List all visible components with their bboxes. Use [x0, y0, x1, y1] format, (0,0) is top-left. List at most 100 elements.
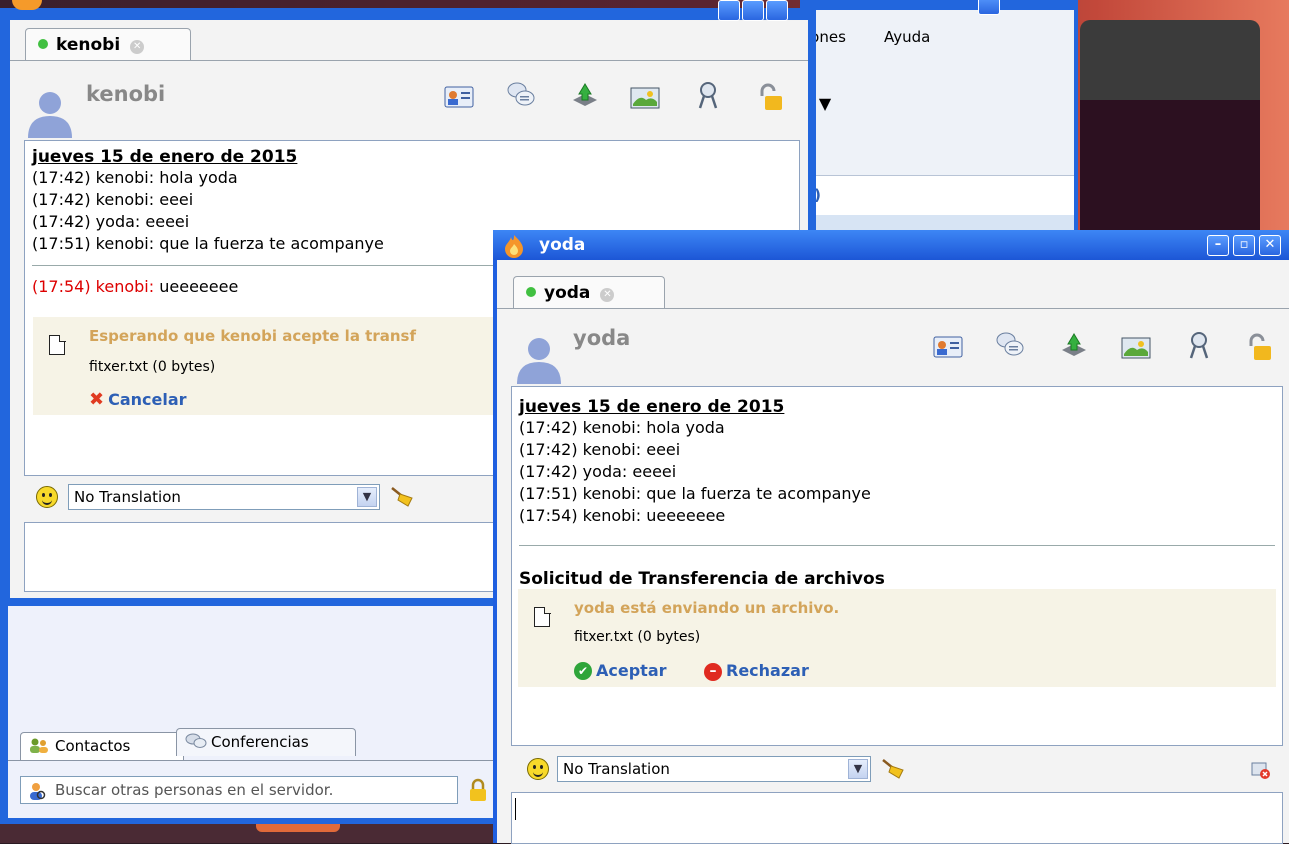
translation-select[interactable]: No Translation ▼: [68, 484, 380, 510]
screenshot-icon[interactable]: [694, 80, 722, 109]
file-icon: [534, 606, 551, 627]
close-tab-icon[interactable]: ✕: [600, 288, 615, 302]
close-tab-icon[interactable]: ✕: [130, 40, 145, 54]
conference-icon: [185, 733, 207, 749]
kenobi-close-button[interactable]: [766, 0, 788, 21]
check-icon: ✔: [574, 662, 592, 680]
yoda-chat-transcript: jueves 15 de enero de 2015 (17:42) kenob…: [511, 386, 1283, 746]
tab-contactos[interactable]: Contactos: [20, 732, 184, 760]
chat-bubbles-icon[interactable]: [995, 330, 1024, 358]
desktop-window-edge: [1080, 20, 1260, 100]
accept-button[interactable]: ✔ Aceptar: [574, 661, 667, 680]
send-file-icon[interactable]: [1059, 330, 1087, 358]
accept-label: Aceptar: [596, 661, 667, 680]
emoticon-icon[interactable]: [527, 758, 549, 780]
transfer-file-name: fitxer.txt (0 bytes): [574, 629, 701, 645]
chat-message: (17:42) kenobi: hola yoda: [519, 418, 725, 437]
lock-icon[interactable]: [754, 82, 782, 110]
translation-value: No Translation: [74, 488, 181, 506]
online-status-icon: [38, 39, 48, 49]
translation-select[interactable]: No Translation ▼: [557, 756, 871, 782]
main-minimize-button[interactable]: [978, 0, 1000, 15]
menu-item-ayuda[interactable]: Ayuda: [884, 28, 930, 46]
clear-history-icon[interactable]: [881, 758, 905, 780]
chat-message: (17:54) kenobi: ueeeeeee: [519, 506, 726, 525]
reject-label: Rechazar: [726, 661, 809, 680]
yoda-chat-window: yoda – ▫ ✕ yoda ✕ yoda jueves 15 de ener…: [493, 230, 1289, 844]
kenobi-maximize-button[interactable]: [742, 0, 764, 21]
chat-bubbles-icon[interactable]: [506, 80, 535, 108]
transfer-status: Esperando que kenobi acepte la transf: [89, 327, 416, 345]
transfer-heading: Solicitud de Transferencia de archivos: [519, 569, 885, 589]
tab-contactos-label: Contactos: [55, 737, 131, 755]
reject-icon: –: [704, 663, 722, 681]
desktop-panel: [0, 822, 500, 843]
reject-button[interactable]: – Rechazar: [704, 661, 809, 681]
search-placeholder: Buscar otras personas en el servidor.: [55, 781, 334, 799]
contact-card-icon[interactable]: [444, 84, 474, 112]
chat-message: (17:42) kenobi: eeei: [32, 190, 194, 209]
cancel-button[interactable]: ✖ Cancelar: [89, 389, 187, 410]
contacts-panel-window: Contactos Conferencias Buscar otras pers…: [0, 598, 500, 824]
lock-icon[interactable]: [468, 778, 488, 802]
avatar: [24, 86, 76, 138]
online-status-icon: [526, 287, 536, 297]
lock-icon[interactable]: [1243, 332, 1271, 360]
contact-card-icon[interactable]: [933, 334, 963, 362]
kenobi-minimize-button[interactable]: [718, 0, 740, 21]
cancel-x-icon: ✖: [89, 389, 105, 410]
main-window-body: iones Ayuda - ▼ a): [804, 10, 1074, 240]
screenshot-icon[interactable]: [1185, 330, 1213, 359]
tab-conferencias-label: Conferencias: [211, 733, 309, 751]
menu-bar: iones Ayuda: [804, 22, 1074, 52]
file-transfer-request-panel: yoda está enviando un archivo. fitxer.tx…: [518, 589, 1276, 687]
tab-yoda[interactable]: yoda ✕: [513, 276, 665, 308]
chat-date-heading: jueves 15 de enero de 2015: [519, 397, 785, 417]
tab-kenobi[interactable]: kenobi ✕: [25, 28, 191, 60]
contact-name: yoda: [573, 326, 631, 350]
tab-conferencias[interactable]: Conferencias: [176, 728, 356, 756]
tab-kenobi-label: kenobi: [56, 35, 121, 55]
tab-yoda-label: yoda: [544, 283, 591, 303]
chat-message: (17:42) kenobi: eeei: [519, 440, 681, 459]
yoda-titlebar[interactable]: yoda – ▫ ✕: [493, 230, 1289, 260]
tab-baseline: [10, 60, 808, 61]
tab-baseline: [497, 308, 1289, 309]
search-input[interactable]: Buscar otras personas en el servidor.: [20, 776, 458, 804]
chat-message: (17:51) kenobi: que la fuerza te acompan…: [519, 484, 871, 503]
translation-bar: No Translation ▼: [511, 752, 1283, 786]
contacts-panel-body: Contactos Conferencias Buscar otras pers…: [8, 606, 494, 818]
send-file-icon[interactable]: [570, 80, 598, 108]
image-icon[interactable]: [1121, 336, 1151, 364]
contacts-icon: [29, 737, 49, 753]
contact-name: kenobi: [86, 82, 166, 106]
translation-value: No Translation: [563, 760, 670, 778]
transfer-file-name: fitxer.txt (0 bytes): [89, 359, 216, 375]
minimize-button[interactable]: –: [1207, 235, 1229, 256]
chat-message: (17:42) yoda: eeeei: [519, 462, 677, 481]
pending-message-text: ueeeeeee: [159, 277, 239, 296]
chevron-down-icon[interactable]: ▼: [848, 759, 868, 779]
close-chat-icon[interactable]: [1251, 760, 1271, 780]
avatar: [513, 332, 565, 384]
yoda-window-body: yoda ✕ yoda jueves 15 de enero de 2015 (1…: [497, 260, 1289, 844]
chevron-down-icon[interactable]: ▼: [357, 487, 377, 507]
chat-date-heading: jueves 15 de enero de 2015: [32, 147, 298, 167]
yoda-message-input[interactable]: [511, 792, 1283, 844]
main-list-header: a): [804, 175, 1074, 215]
clear-history-icon[interactable]: [390, 486, 414, 508]
chat-separator: [519, 545, 1275, 546]
transfer-status: yoda está enviando un archivo.: [574, 599, 840, 617]
text-caret: [515, 798, 516, 820]
app-flame-icon: [503, 234, 525, 258]
tab-divider: [8, 760, 494, 761]
app-flame-icon: [12, 0, 42, 10]
cancel-label: Cancelar: [108, 390, 187, 409]
emoticon-icon[interactable]: [36, 486, 58, 508]
chat-message: (17:42) kenobi: hola yoda: [32, 168, 238, 187]
close-button[interactable]: ✕: [1259, 235, 1281, 256]
search-user-icon: [27, 781, 47, 801]
maximize-button[interactable]: ▫: [1233, 235, 1255, 256]
desktop-window-body: [1080, 100, 1260, 230]
image-icon[interactable]: [630, 86, 660, 114]
